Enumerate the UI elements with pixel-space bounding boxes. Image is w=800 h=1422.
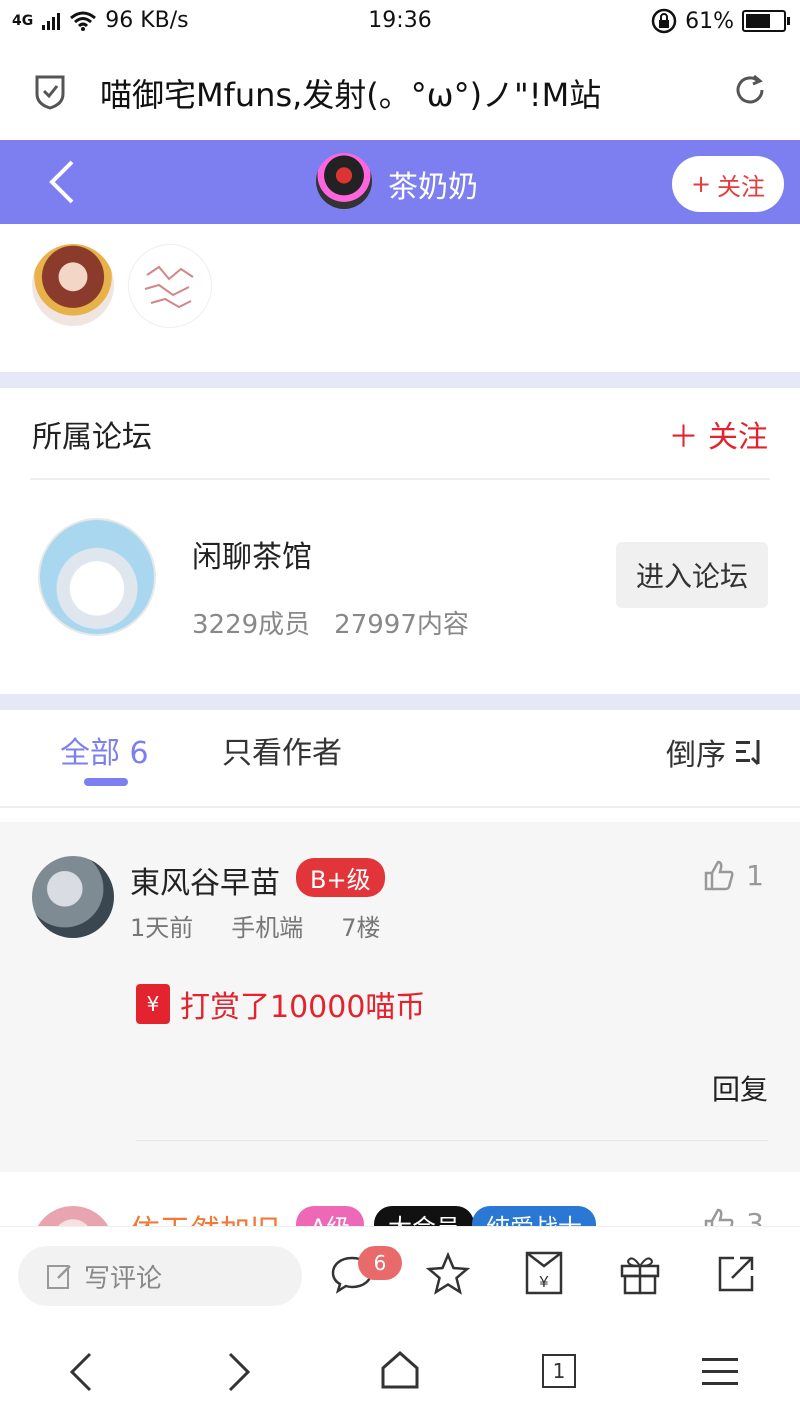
back-icon[interactable] bbox=[46, 160, 76, 204]
section-divider bbox=[0, 372, 800, 388]
plus-icon: + bbox=[690, 170, 712, 198]
svg-text:¥: ¥ bbox=[539, 1274, 549, 1291]
reply-button[interactable]: 回复 bbox=[712, 1068, 768, 1108]
like-count: 1 bbox=[746, 858, 764, 892]
commenter-name[interactable]: 東风谷早苗 bbox=[130, 858, 280, 902]
comment-floor: 7楼 bbox=[341, 914, 381, 942]
status-bar: 4G 96 KB/s 19:36 61% bbox=[0, 0, 800, 42]
sort-icon bbox=[736, 740, 760, 766]
sort-toggle[interactable]: 倒序 bbox=[666, 730, 766, 774]
section-divider bbox=[0, 694, 800, 710]
commenter-avatar[interactable] bbox=[32, 856, 114, 938]
forum-contents: 27997内容 bbox=[334, 610, 469, 640]
forum-members: 3229成员 bbox=[192, 610, 311, 640]
thumbs-up-icon bbox=[704, 860, 734, 891]
author-name[interactable]: 茶奶奶 bbox=[388, 162, 478, 206]
reward-text: 打赏了10000喵币 bbox=[180, 990, 426, 1025]
follow-author-label: 关注 bbox=[717, 172, 766, 201]
forum-name[interactable]: 闲聊茶馆 bbox=[192, 532, 312, 576]
follow-author-button[interactable]: + 关注 bbox=[672, 156, 784, 212]
forum-avatar[interactable] bbox=[38, 518, 156, 636]
comment-placeholder: 写评论 bbox=[84, 1263, 163, 1294]
comment-count-badge: 6 bbox=[358, 1246, 402, 1280]
divider-line bbox=[0, 806, 800, 808]
tabs-count-button[interactable]: 1 bbox=[542, 1354, 576, 1388]
level-badge: B+级 bbox=[296, 858, 385, 897]
browser-back-icon[interactable] bbox=[66, 1352, 94, 1392]
lock-rotation-icon bbox=[651, 8, 677, 34]
comment-meta: 1天前 手机端 7楼 bbox=[130, 908, 381, 943]
tab-author-only[interactable]: 只看作者 bbox=[222, 728, 342, 772]
active-tab-indicator bbox=[84, 778, 128, 786]
red-packet-icon: ¥ bbox=[136, 984, 170, 1024]
enter-forum-button[interactable]: 进入论坛 bbox=[616, 542, 768, 608]
star-icon[interactable] bbox=[426, 1252, 470, 1296]
tip-envelope-icon[interactable]: ¥ bbox=[524, 1250, 564, 1296]
menu-icon[interactable] bbox=[702, 1356, 738, 1388]
battery-percent: 61% bbox=[685, 8, 734, 34]
signature-avatar-image bbox=[144, 265, 194, 309]
sort-label: 倒序 bbox=[666, 738, 726, 773]
browser-forward-icon[interactable] bbox=[226, 1352, 254, 1392]
page-title[interactable]: 喵御宅Mfuns,发射(。°ω°)ノ"!M站 bbox=[100, 70, 601, 116]
forum-stats: 3229成员 27997内容 bbox=[192, 604, 469, 641]
divider-line bbox=[30, 478, 770, 480]
user-avatar[interactable] bbox=[32, 244, 114, 326]
comment-device: 手机端 bbox=[231, 914, 304, 942]
home-icon[interactable] bbox=[380, 1350, 420, 1390]
shield-check-icon[interactable] bbox=[34, 74, 66, 110]
like-button[interactable]: 1 bbox=[702, 858, 764, 892]
reward-message: ¥ 打赏了10000喵币 bbox=[136, 982, 425, 1026]
user-avatar[interactable] bbox=[128, 244, 212, 328]
browser-url-bar: 喵御宅Mfuns,发射(。°ω°)ノ"!M站 bbox=[0, 42, 800, 140]
forum-section-title: 所属论坛 bbox=[32, 420, 152, 455]
write-comment-input[interactable]: 写评论 bbox=[18, 1246, 302, 1306]
gift-icon[interactable] bbox=[618, 1252, 662, 1296]
plus-icon: ＋ bbox=[668, 420, 708, 455]
comment-time: 1天前 bbox=[130, 914, 194, 942]
divider-line bbox=[136, 1140, 768, 1141]
battery-icon bbox=[742, 10, 790, 32]
author-avatar[interactable] bbox=[316, 153, 372, 209]
follow-forum-label: 关注 bbox=[708, 420, 768, 455]
follow-forum-button[interactable]: ＋ 关注 bbox=[668, 412, 768, 456]
refresh-icon[interactable] bbox=[732, 72, 768, 108]
tab-all-comments[interactable]: 全部 6 bbox=[60, 728, 149, 772]
status-right: 61% bbox=[651, 8, 790, 34]
share-icon[interactable] bbox=[716, 1254, 756, 1294]
edit-icon bbox=[47, 1265, 71, 1289]
